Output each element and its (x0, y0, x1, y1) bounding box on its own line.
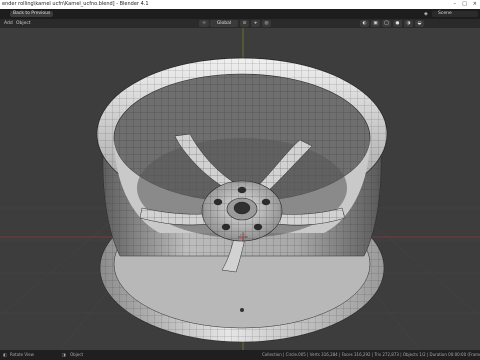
viewport-header: Add Object ⊹ Global ⊙ ⌖ ◎ ◐ ▣ ◯ ● ◑ ◒ (0, 19, 480, 28)
pivot-icon[interactable]: ⊙ (240, 20, 249, 27)
wheel-model[interactable] (96, 57, 388, 343)
status-bar: ◧ Rotate View ◨ Object Collection | Circ… (0, 350, 480, 360)
rendered-shading-icon[interactable]: ◒ (415, 20, 424, 27)
mouse-middle-icon: ◨ (62, 352, 66, 357)
scene-statistics: Collection | Circle.005 | Verts 316,284 … (262, 352, 480, 357)
xray-icon[interactable]: ▣ (371, 20, 380, 27)
proportional-edit-icon[interactable]: ◎ (262, 20, 271, 27)
status-mid-hint: Object (70, 352, 84, 357)
orientation-selector[interactable]: Global (210, 20, 238, 27)
top-header: Back to Previous ◈ Scene (0, 9, 480, 19)
window-titlebar: ender rolling\karnel ucfn\Karnel_ucfno.b… (0, 0, 480, 9)
menu-object[interactable]: Object (16, 19, 31, 28)
scene-icon: ◈ (424, 11, 428, 17)
maximize-icon[interactable]: □ (462, 0, 467, 9)
minimize-icon[interactable]: – (454, 0, 457, 9)
scene-selector[interactable]: Scene (432, 11, 478, 17)
valve-hole (240, 308, 244, 312)
3d-viewport[interactable] (0, 28, 480, 350)
status-left-hint: Rotate View (10, 352, 34, 357)
transform-orientation-icon[interactable]: ⊹ (199, 20, 209, 27)
back-to-previous-button[interactable]: Back to Previous (10, 11, 54, 17)
window-title: ender rolling\karnel ucfn\Karnel_ucfno.b… (2, 1, 149, 7)
menu-add[interactable]: Add (4, 19, 13, 28)
wireframe-shading-icon[interactable]: ◯ (382, 20, 391, 27)
mouse-left-icon: ◧ (3, 352, 7, 357)
viewport-canvas[interactable] (0, 28, 480, 350)
close-icon[interactable]: × (473, 0, 477, 9)
snap-icon[interactable]: ⌖ (251, 20, 260, 27)
material-shading-icon[interactable]: ◑ (404, 20, 413, 27)
overlays-icon[interactable]: ◐ (360, 20, 369, 27)
solid-shading-icon[interactable]: ● (393, 20, 402, 27)
